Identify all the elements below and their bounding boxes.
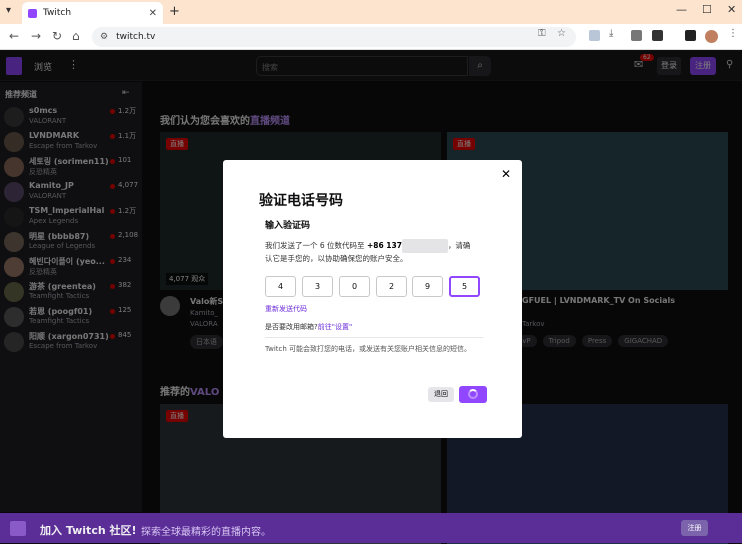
home-icon[interactable]: ⌂ bbox=[72, 29, 80, 43]
tab-search-icon[interactable]: ▾ bbox=[6, 5, 11, 16]
modal-subtitle: 输入验证码 bbox=[265, 221, 311, 231]
address-bar[interactable]: ⚙ twitch.tv bbox=[92, 27, 576, 47]
email-question-text: 是否要改用邮箱? bbox=[265, 323, 318, 331]
browser-menu-icon[interactable]: ⋮ bbox=[728, 28, 738, 39]
code-digit-input-active[interactable]: 5 bbox=[449, 276, 480, 297]
password-key-icon[interactable]: ⚿ bbox=[538, 28, 546, 39]
description-text: 我们发送了一个 6 位数代码至 bbox=[265, 241, 367, 250]
maximize-button[interactable]: ☐ bbox=[702, 3, 712, 16]
use-email-question: 是否要改用邮箱?前往"设置" bbox=[265, 322, 352, 332]
code-digit-input[interactable]: 0 bbox=[339, 276, 370, 297]
redacted-phone-digits bbox=[401, 239, 448, 253]
minimize-button[interactable]: — bbox=[676, 3, 687, 16]
verify-phone-modal: ✕ 验证电话号码 输入验证码 我们发送了一个 6 位数代码至 +86 137 ，请… bbox=[223, 160, 522, 438]
window-close-button[interactable]: ✕ bbox=[727, 3, 736, 16]
sms-disclaimer: Twitch 可能会致打您的电话，或发送有关您账户相关信息的短信。 bbox=[265, 345, 472, 353]
browser-tab-twitch[interactable]: Twitch ✕ bbox=[22, 2, 163, 24]
browser-toolbar: ← → ↻ ⌂ ⚙ twitch.tv ⚿ ☆ ⤓ ⋮ bbox=[0, 24, 742, 50]
modal-title: 验证电话号码 bbox=[259, 193, 343, 209]
extensions-puzzle-icon[interactable] bbox=[652, 30, 663, 41]
banner-title: 加入 Twitch 社区! bbox=[40, 524, 137, 537]
site-info-icon[interactable]: ⚙ bbox=[100, 32, 108, 42]
twitch-glitch-icon bbox=[10, 521, 26, 536]
banner-subtitle: 探索全球最精彩的直播内容。 bbox=[141, 527, 271, 538]
tab-close-icon[interactable]: ✕ bbox=[149, 8, 157, 19]
url-text: twitch.tv bbox=[116, 32, 156, 42]
download-icon[interactable]: ⤓ bbox=[609, 28, 613, 39]
side-panel-icon[interactable] bbox=[685, 30, 696, 41]
code-digit-input[interactable]: 9 bbox=[412, 276, 443, 297]
code-digit-input[interactable]: 3 bbox=[302, 276, 333, 297]
code-digit-input[interactable]: 2 bbox=[376, 276, 407, 297]
extension-icon[interactable] bbox=[631, 30, 642, 41]
loading-spinner-icon bbox=[468, 389, 478, 399]
submit-button[interactable] bbox=[459, 386, 487, 403]
resend-code-link[interactable]: 重新发送代码 bbox=[265, 304, 307, 314]
close-icon[interactable]: ✕ bbox=[501, 167, 511, 181]
bookmark-star-icon[interactable]: ☆ bbox=[557, 28, 566, 39]
phone-number: +86 137 bbox=[366, 241, 402, 250]
profile-avatar[interactable] bbox=[705, 30, 718, 43]
extension-icon[interactable] bbox=[589, 30, 600, 41]
twitch-favicon-icon bbox=[28, 8, 37, 18]
browser-tab-strip: ▾ Twitch ✕ + — ☐ ✕ bbox=[0, 0, 742, 24]
code-digit-input[interactable]: 4 bbox=[265, 276, 296, 297]
back-arrow-icon[interactable]: ← bbox=[9, 29, 19, 43]
code-sent-description: 我们发送了一个 6 位数代码至 +86 137 ，请确认它是手您的，以协助确保您的… bbox=[265, 239, 477, 265]
back-button[interactable]: 退回 bbox=[428, 387, 454, 402]
forward-arrow-icon[interactable]: → bbox=[31, 29, 41, 43]
new-tab-button[interactable]: + bbox=[169, 4, 180, 19]
reload-icon[interactable]: ↻ bbox=[52, 29, 62, 43]
tab-title: Twitch bbox=[43, 8, 72, 18]
go-to-settings-link[interactable]: 前往"设置" bbox=[318, 323, 352, 331]
banner-signup-button[interactable]: 注册 bbox=[681, 520, 708, 536]
divider bbox=[265, 337, 483, 338]
join-community-banner: 加入 Twitch 社区! 探索全球最精彩的直播内容。 注册 bbox=[0, 513, 742, 543]
